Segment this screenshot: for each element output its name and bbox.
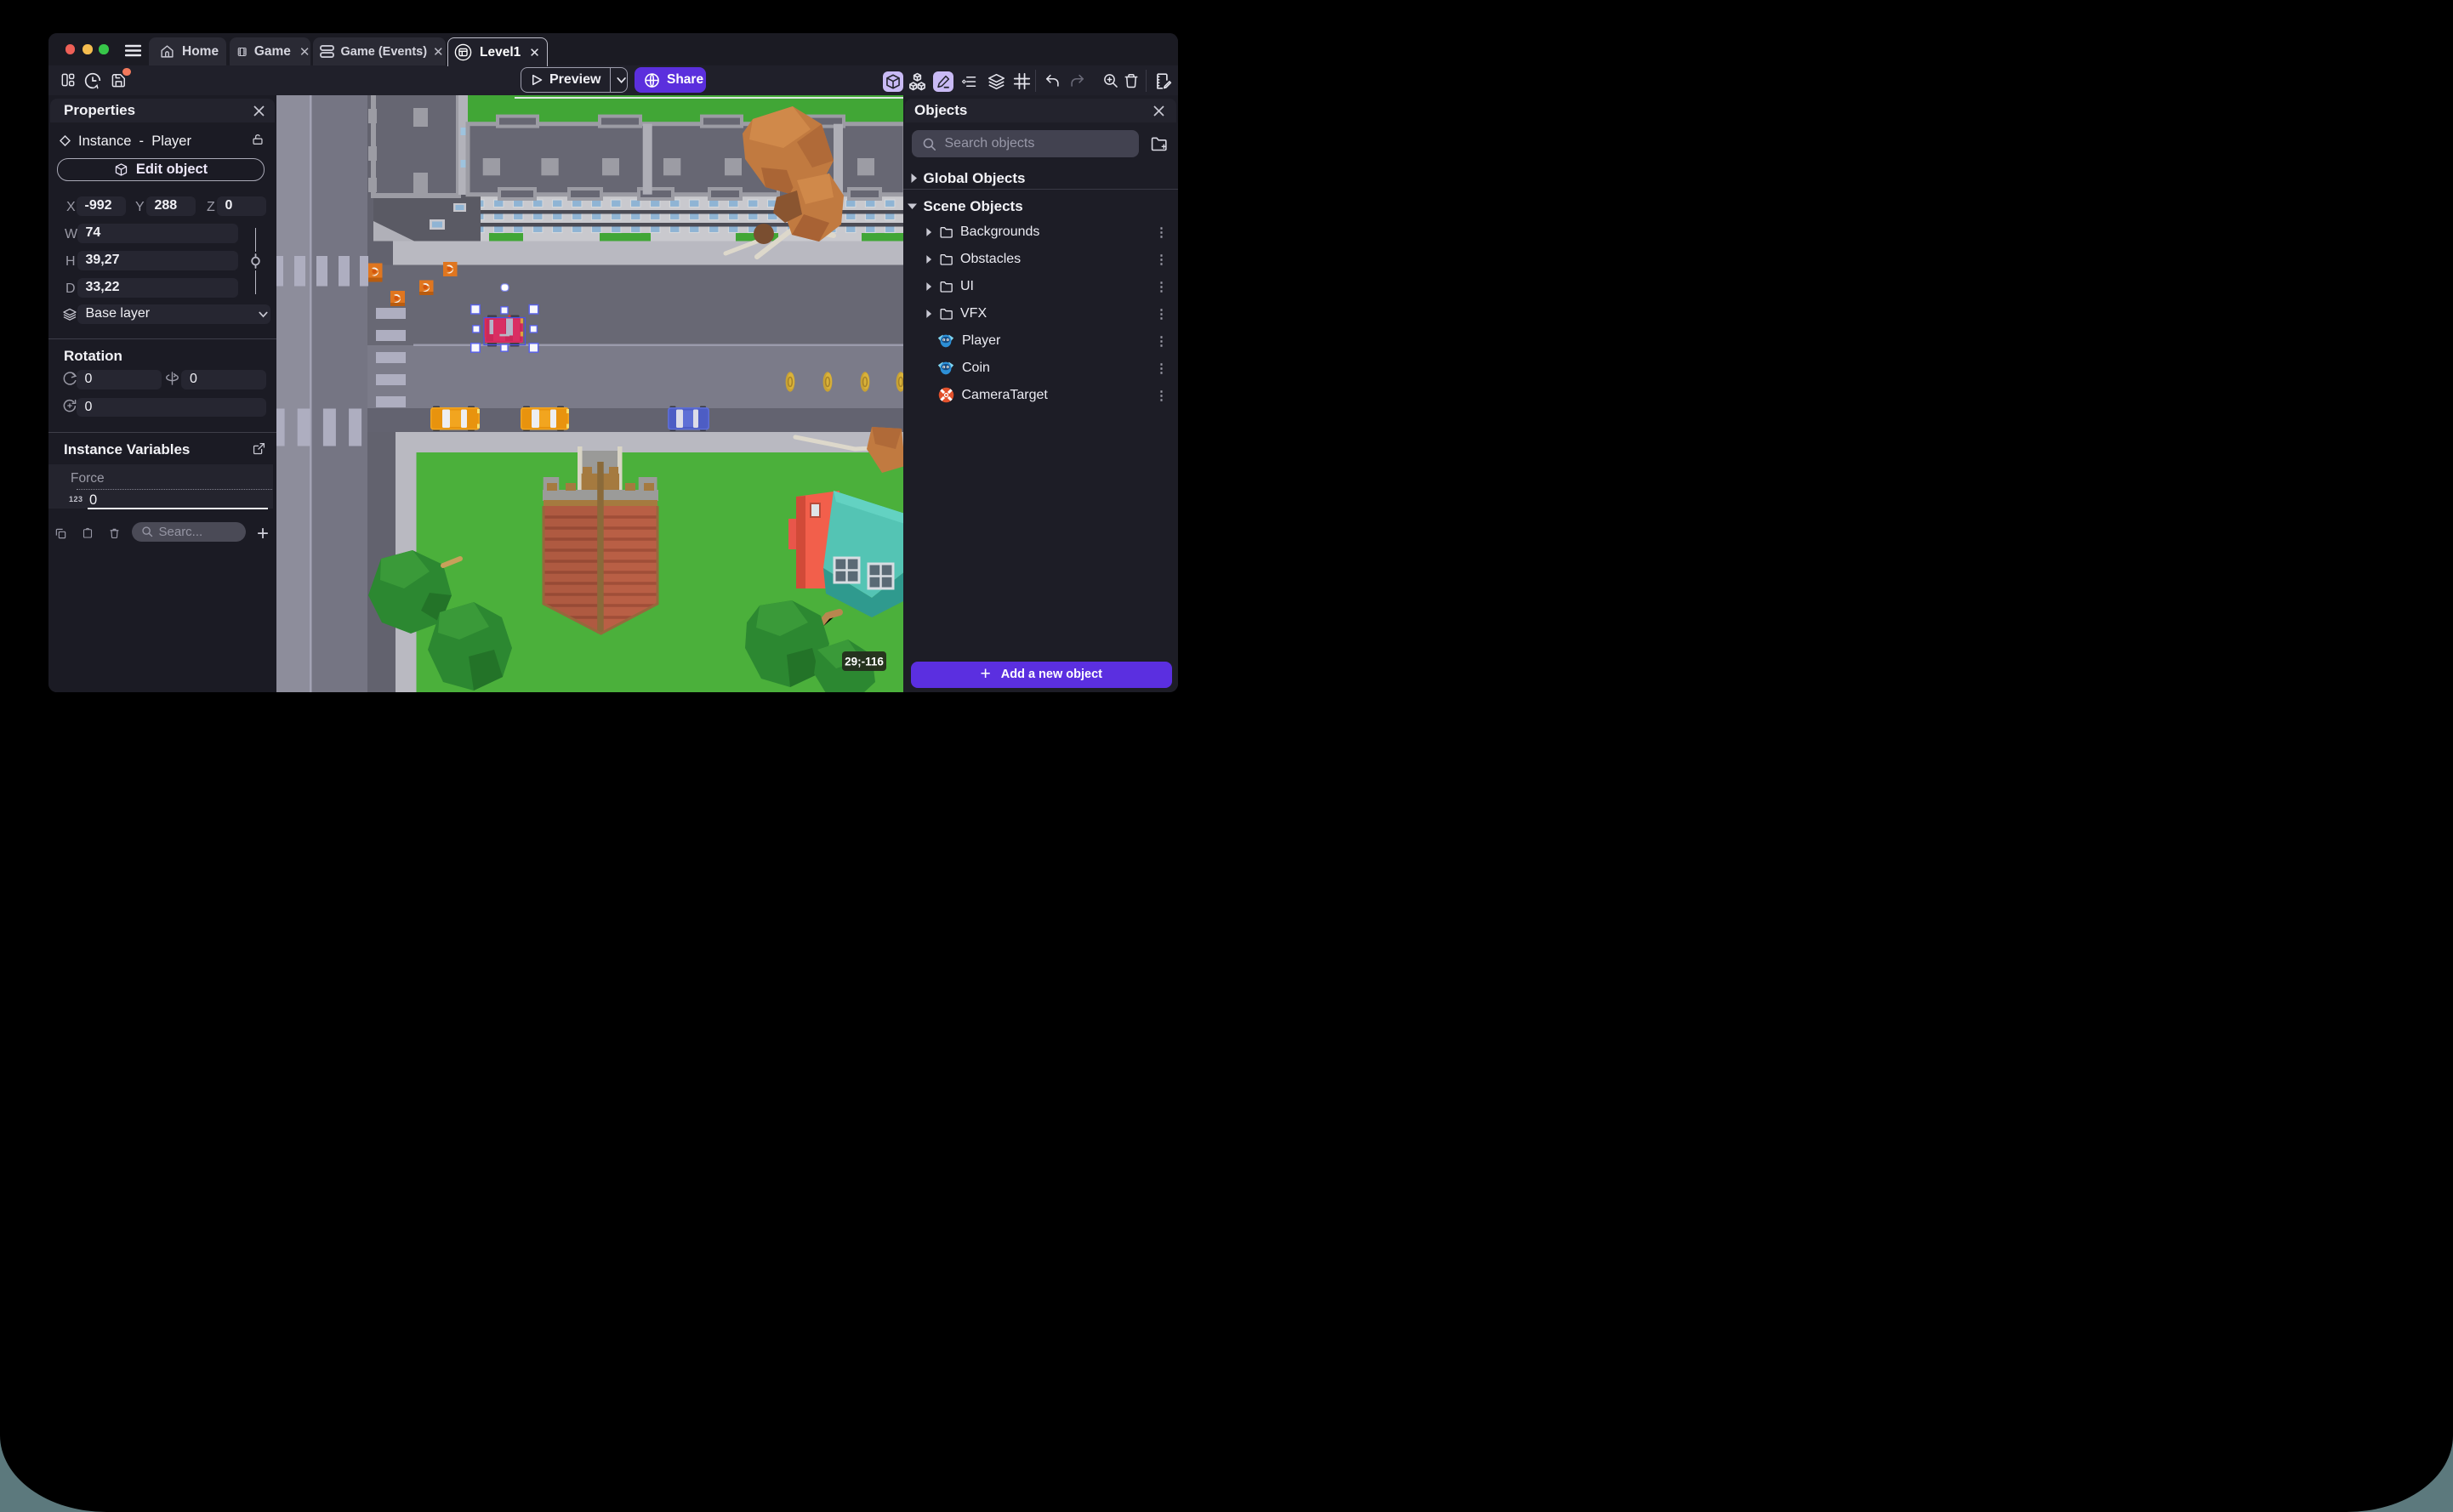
svg-text:29;-116: 29;-116 bbox=[845, 655, 884, 668]
